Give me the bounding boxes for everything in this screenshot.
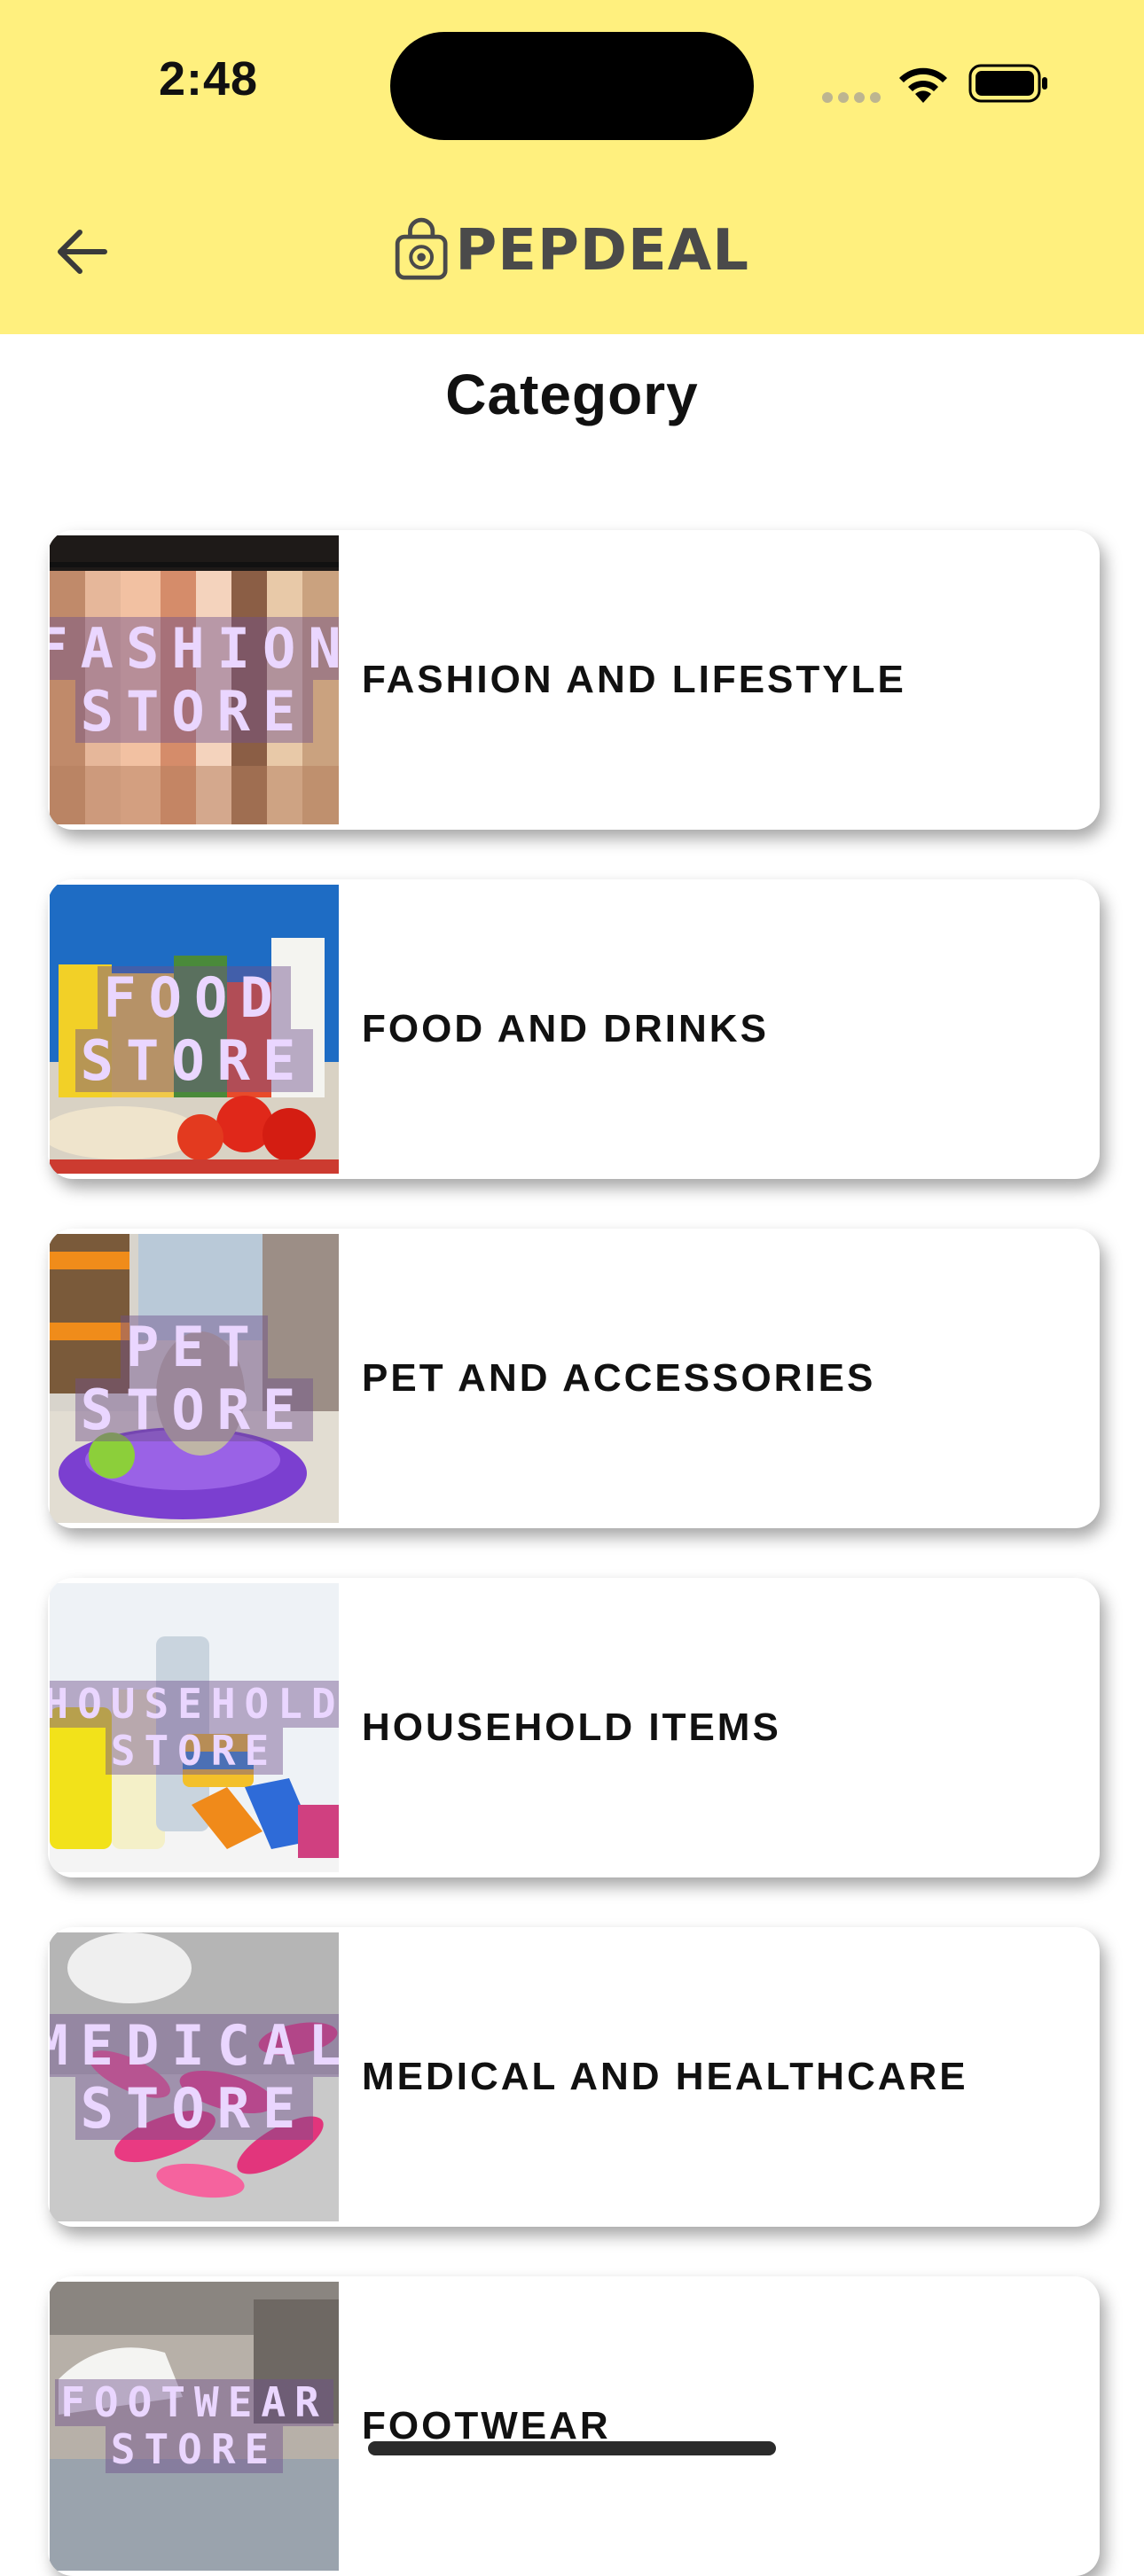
- medical-thumbnail-label: MEDICAL STORE: [50, 1932, 339, 2221]
- food-thumbnail: FOOD STORE: [50, 885, 339, 1174]
- category-card-fashion[interactable]: FASHION STORE FASHION AND LIFESTYLE: [48, 530, 1100, 830]
- category-title: PET AND ACCESSORIES: [362, 1356, 876, 1400]
- household-thumbnail-label: HOUSEHOLD STORE: [50, 1583, 339, 1872]
- category-title: FOOD AND DRINKS: [362, 1007, 769, 1050]
- fashion-thumbnail: FASHION STORE: [50, 535, 339, 824]
- category-card-household[interactable]: HOUSEHOLD STORE HOUSEHOLD ITEMS: [48, 1578, 1100, 1877]
- category-card-medical[interactable]: MEDICAL STORE MEDICAL AND HEALTHCARE: [48, 1927, 1100, 2227]
- category-card-footwear[interactable]: FOOTWEAR STORE FOOTWEAR: [48, 2276, 1100, 2576]
- home-indicator[interactable]: [368, 2441, 776, 2455]
- category-title: FOOTWEAR: [362, 2404, 611, 2447]
- footwear-thumbnail: FOOTWEAR STORE: [50, 2282, 339, 2571]
- category-card-pet[interactable]: PET STORE PET AND ACCESSORIES: [48, 1229, 1100, 1528]
- category-title: MEDICAL AND HEALTHCARE: [362, 2055, 968, 2098]
- category-card-food[interactable]: FOOD STORE FOOD AND DRINKS: [48, 879, 1100, 1179]
- pet-thumbnail: PET STORE: [50, 1234, 339, 1523]
- food-thumbnail-label: FOOD STORE: [50, 885, 339, 1174]
- household-thumbnail: HOUSEHOLD STORE: [50, 1583, 339, 1872]
- footwear-thumbnail-label: FOOTWEAR STORE: [50, 2282, 339, 2571]
- category-title: HOUSEHOLD ITEMS: [362, 1706, 781, 1749]
- category-list: FASHION STORE FASHION AND LIFESTYLE FOOD…: [0, 0, 1144, 2576]
- medical-thumbnail: MEDICAL STORE: [50, 1932, 339, 2221]
- fashion-thumbnail-label: FASHION STORE: [50, 535, 339, 824]
- category-title: FASHION AND LIFESTYLE: [362, 658, 906, 701]
- pet-thumbnail-label: PET STORE: [50, 1234, 339, 1523]
